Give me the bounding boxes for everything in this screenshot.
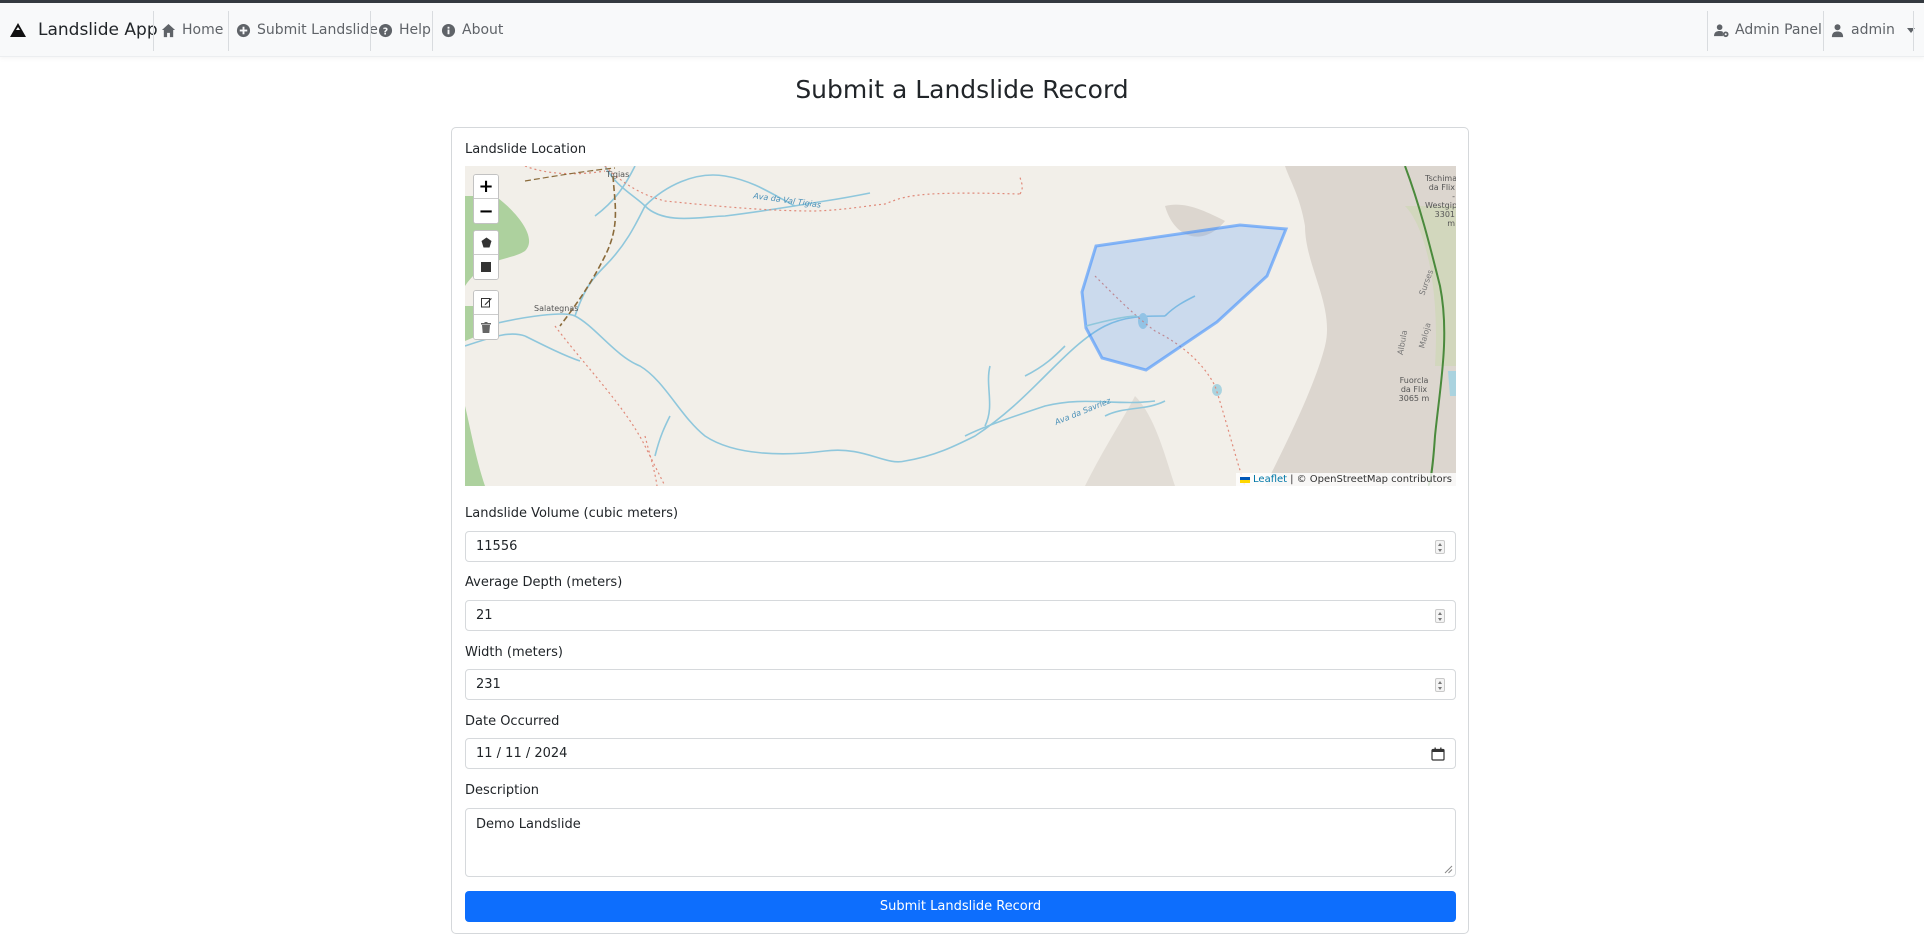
width-label: Width (meters) — [465, 645, 563, 660]
width-value: 231 — [476, 677, 501, 692]
rectangle-icon — [481, 262, 491, 272]
location-label: Landslide Location — [465, 142, 587, 157]
mountain-icon — [10, 23, 26, 37]
plus-circle-icon — [236, 23, 251, 37]
brand[interactable]: Landslide App — [10, 3, 158, 57]
volume-label: Landslide Volume (cubic meters) — [465, 506, 679, 521]
map-tiles — [465, 166, 1456, 486]
admin-panel-link[interactable]: Admin Panel — [1714, 3, 1822, 57]
user-name: admin — [1851, 22, 1895, 38]
date-input[interactable]: 11 / 11 / 2024 — [465, 738, 1456, 769]
depth-label: Average Depth (meters) — [465, 575, 623, 590]
nav-about[interactable]: About — [441, 3, 503, 57]
osm-attribution: | © OpenStreetMap contributors — [1290, 474, 1452, 485]
number-spinner[interactable] — [1435, 678, 1445, 692]
nav-submit-landslide-label: Submit Landslide — [257, 22, 378, 38]
peak-label-line: 3301 m — [1434, 210, 1455, 228]
description-label: Description — [465, 783, 540, 798]
nav-submit-landslide[interactable]: Submit Landslide — [236, 3, 378, 57]
calendar-icon[interactable] — [1431, 747, 1445, 761]
number-spinner[interactable] — [1435, 609, 1445, 623]
edit-icon — [480, 298, 492, 308]
volume-input[interactable]: 11556 — [465, 531, 1456, 562]
map-label-tigias: Tigias — [606, 170, 630, 179]
location-map[interactable]: Tigias Salategnas Ava da Val Tigias Ava … — [465, 166, 1456, 486]
landslide-polygon[interactable] — [1080, 223, 1289, 372]
map-label-fuorcla: Fuorcla da Flix 3065 m — [1397, 376, 1431, 403]
nav-divider — [228, 11, 229, 51]
navbar: Landslide App Home Submit Landslide ? He… — [0, 3, 1924, 57]
edit-layers-button[interactable] — [474, 291, 498, 315]
map-attribution: Leaflet | © OpenStreetMap contributors — [1236, 473, 1456, 486]
nav-divider — [153, 11, 154, 51]
info-circle-icon — [441, 23, 456, 37]
delete-layers-button[interactable] — [474, 315, 498, 339]
zoom-out-button[interactable]: − — [474, 199, 498, 223]
peak-label-line: da Flix - — [1428, 183, 1455, 201]
nav-help-label: Help — [399, 22, 431, 38]
peak-label-line: 3065 m — [1398, 394, 1430, 403]
description-value: Demo Landslide — [476, 817, 581, 832]
peak-label-line: Westgipfel — [1425, 201, 1456, 210]
map-label-peak-tschima: Tschima da Flix - Westgipfel 3301 m — [1425, 174, 1456, 228]
user-menu-dropdown[interactable]: admin — [1830, 3, 1915, 57]
draw-toolbar — [473, 230, 499, 280]
nav-divider — [1707, 11, 1708, 51]
depth-value: 21 — [476, 608, 493, 623]
draw-rectangle-button[interactable] — [474, 255, 498, 279]
depth-input[interactable]: 21 — [465, 600, 1456, 631]
svg-text:?: ? — [383, 26, 388, 37]
zoom-in-button[interactable]: + — [474, 175, 498, 199]
peak-label-line: da Flix — [1400, 385, 1428, 394]
volume-value: 11556 — [476, 539, 518, 554]
ukraine-flag-icon — [1240, 476, 1251, 483]
submit-button[interactable]: Submit Landslide Record — [465, 891, 1456, 922]
user-icon — [1831, 23, 1844, 37]
draw-polygon-button[interactable] — [474, 231, 498, 255]
polygon-icon — [481, 237, 491, 248]
width-input[interactable]: 231 — [465, 669, 1456, 700]
peak-label-line: Tschima — [1425, 174, 1456, 183]
resize-handle-icon[interactable] — [1444, 865, 1453, 874]
brand-name: Landslide App — [38, 20, 158, 40]
trash-icon — [481, 321, 491, 333]
question-circle-icon: ? — [378, 23, 393, 37]
number-spinner[interactable] — [1435, 540, 1445, 554]
peak-label-line: Fuorcla — [1399, 376, 1429, 385]
nav-home-label: Home — [182, 22, 224, 38]
zoom-control: + − — [473, 174, 499, 224]
nav-divider — [1913, 11, 1914, 51]
nav-divider — [432, 11, 433, 51]
page-title: Submit a Landslide Record — [795, 75, 1129, 104]
date-value: 11 / 11 / 2024 — [476, 746, 568, 761]
user-gear-icon — [1714, 23, 1729, 37]
submit-form-card: Landslide Location Tigias Salategnas Ava… — [451, 127, 1469, 934]
edit-toolbar — [473, 290, 499, 340]
nav-divider — [1823, 11, 1824, 51]
map-label-salategnas: Salategnas — [534, 304, 579, 313]
leaflet-link[interactable]: Leaflet — [1253, 474, 1287, 485]
nav-home[interactable]: Home — [161, 3, 223, 57]
nav-about-label: About — [462, 22, 504, 38]
nav-help[interactable]: ? Help — [378, 3, 431, 57]
description-textarea[interactable]: Demo Landslide — [465, 808, 1456, 877]
home-icon — [161, 23, 176, 37]
date-label: Date Occurred — [465, 714, 560, 729]
admin-panel-label: Admin Panel — [1735, 22, 1822, 38]
nav-divider — [370, 11, 371, 51]
